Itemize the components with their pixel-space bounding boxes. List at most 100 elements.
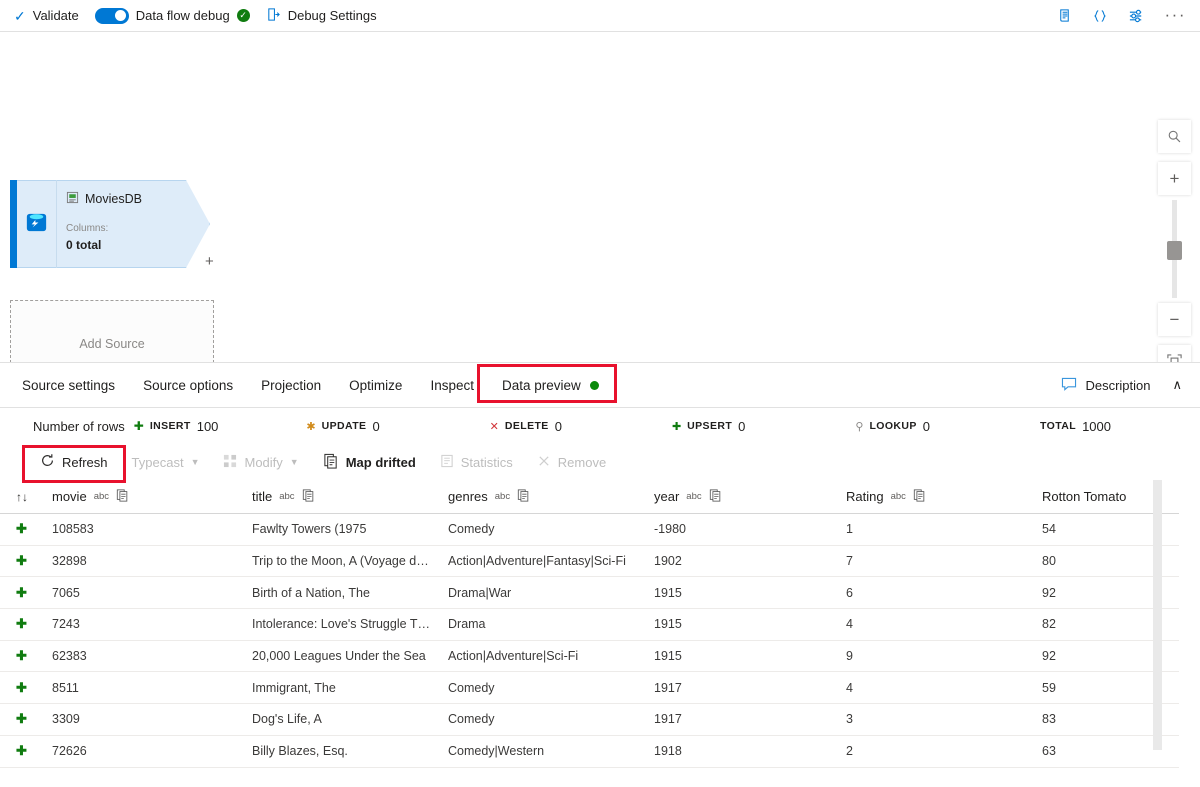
table-row[interactable]: ✚ 72626 Billy Blazes, Esq. Comedy|Wester… (0, 735, 1179, 768)
add-source-placeholder[interactable]: Add Source (10, 300, 214, 362)
map-drifted-label: Map drifted (345, 454, 416, 470)
source-database-icon (23, 209, 50, 239)
canvas-search-button[interactable] (1158, 120, 1191, 153)
column-header-movie[interactable]: movie abc (52, 480, 252, 514)
total-value: 1000 (1082, 418, 1111, 434)
table-row[interactable]: ✚ 32898 Trip to the Moon, A (Voyage d… A… (0, 545, 1179, 578)
canvas-zoom-controls[interactable]: + − (1158, 120, 1191, 362)
stat-total: TOTAL 1000 (1040, 419, 1111, 434)
modify-button: Modify ▼ (211, 449, 310, 475)
debug-settings-icon (266, 7, 281, 25)
lookup-label: LOOKUP (869, 420, 917, 432)
drifted-column-icon-movie[interactable] (116, 488, 129, 505)
add-next-step-button[interactable]: + (205, 254, 214, 269)
tab-projection[interactable]: Projection (261, 378, 321, 393)
status-ok-icon: ✓ (236, 9, 250, 22)
tab-source-settings[interactable]: Source settings (22, 378, 115, 393)
debug-settings-button[interactable]: Debug Settings (266, 7, 377, 25)
zoom-out-button[interactable]: − (1158, 303, 1191, 336)
table-row[interactable]: ✚ 7065 Birth of a Nation, The Drama|War … (0, 576, 1179, 610)
drifted-column-icon-year[interactable] (709, 488, 722, 505)
map-drifted-button[interactable]: Map drifted (311, 449, 428, 475)
cell-genres: Drama|War (448, 576, 654, 610)
remove-button: Remove (525, 449, 618, 475)
column-label-title: title (252, 489, 273, 504)
cell-genres: Comedy (448, 513, 654, 546)
cell-movie: 7243 (52, 608, 252, 641)
cell-year: 1918 (654, 735, 846, 768)
column-header-title[interactable]: title abc (252, 480, 448, 514)
column-header-genres[interactable]: genres abc (448, 480, 654, 514)
cell-title: Fawlty Towers (1975 (252, 513, 448, 546)
cell-rating: 4 (846, 671, 1042, 705)
column-type-year: abc (686, 491, 702, 502)
cell-rating: 6 (846, 576, 1042, 610)
cell-movie: 108583 (52, 513, 252, 546)
node-title: MoviesDB (85, 192, 142, 206)
zoom-in-button[interactable]: + (1158, 162, 1191, 195)
script-icon[interactable] (1057, 8, 1072, 24)
modify-icon (223, 454, 237, 471)
cell-title: Immigrant, The (252, 671, 448, 705)
validate-button[interactable]: ✓ Validate (14, 8, 79, 23)
refresh-button[interactable]: Refresh (28, 449, 120, 475)
tab-source-options[interactable]: Source options (143, 378, 233, 393)
table-row[interactable]: ✚ 62383 20,000 Leagues Under the Sea Act… (0, 640, 1179, 673)
map-drifted-icon (323, 453, 339, 472)
data-flow-debug-toggle-group[interactable]: Data flow debug ✓ (94, 7, 250, 24)
tab-data-preview[interactable]: Data preview (502, 378, 599, 393)
drifted-column-icon-title[interactable] (302, 488, 315, 505)
column-header-rating[interactable]: Rating abc (846, 480, 1042, 514)
zoom-slider-track[interactable] (1167, 200, 1182, 298)
table-row[interactable]: ✚ 8511 Immigrant, The Comedy 1917 4 59 (0, 671, 1179, 705)
drifted-column-icon-genres[interactable] (517, 488, 530, 505)
cell-rating: 7 (846, 545, 1042, 578)
tab-inspect[interactable]: Inspect (430, 378, 474, 393)
sort-icon[interactable]: ↑↓ (16, 490, 28, 504)
chevron-down-icon: ▼ (190, 457, 200, 467)
data-flow-debug-toggle[interactable] (94, 7, 129, 24)
node-title-row: MoviesDB (66, 191, 180, 207)
drifted-column-icon-rating[interactable] (913, 488, 926, 505)
refresh-icon (40, 453, 55, 471)
data-preview-status-dot-icon (589, 380, 599, 390)
typecast-label: Typecast (131, 454, 184, 470)
update-label: UPDATE (321, 420, 367, 432)
column-label-genres: genres (448, 489, 488, 504)
cell-genres: Action|Adventure|Sci-Fi (448, 640, 654, 673)
panel-tab-bar[interactable]: Source settings Source options Projectio… (0, 363, 1200, 408)
column-header-sort[interactable]: ↑↓ (0, 480, 52, 514)
cell-title: Dog's Life, A (252, 703, 448, 736)
code-braces-icon[interactable] (1092, 8, 1108, 24)
table-row[interactable]: ✚ 3309 Dog's Life, A Comedy 1917 3 83 (0, 703, 1179, 736)
row-insert-marker-icon: ✚ (16, 584, 27, 600)
data-flow-debug-label: Data flow debug (135, 8, 230, 23)
settings-sliders-icon[interactable] (1128, 8, 1145, 24)
source-node-moviesdb[interactable]: MoviesDB Columns: 0 total (10, 180, 210, 268)
chevron-down-icon-modify: ▼ (289, 457, 299, 467)
preview-action-bar[interactable]: Refresh Typecast ▼ Modify ▼ Map drifted … (0, 444, 1200, 480)
cell-movie: 32898 (52, 545, 252, 578)
statistics-label: Statistics (460, 454, 513, 470)
tab-optimize[interactable]: Optimize (349, 378, 402, 393)
comment-bubble-icon (1061, 377, 1077, 394)
zoom-slider-handle[interactable] (1167, 241, 1182, 260)
table-row[interactable]: ✚ 7243 Intolerance: Love's Struggle T… D… (0, 608, 1179, 641)
collapse-panel-chevron-up-icon[interactable]: ∧ (1172, 377, 1182, 393)
data-preview-table-wrapper[interactable]: ↑↓ movie abc title abc genres abc year a… (0, 480, 1200, 768)
cell-title: Trip to the Moon, A (Voyage d… (252, 545, 448, 578)
fit-to-screen-button[interactable] (1158, 345, 1191, 362)
table-vertical-scrollbar[interactable] (1153, 480, 1162, 750)
modify-label: Modify (244, 454, 283, 470)
update-icon: ✱ (306, 420, 316, 433)
row-statistics-bar: Number of rows ✚ INSERT 100 ✱ UPDATE 0 ✕… (0, 408, 1200, 444)
column-header-year[interactable]: year abc (654, 480, 846, 514)
upsert-icon: ✚ (671, 420, 682, 433)
description-button[interactable]: Description (1061, 377, 1150, 394)
upsert-label: UPSERT (687, 420, 733, 432)
more-options-icon[interactable]: ··· (1165, 6, 1186, 23)
data-flow-canvas[interactable]: MoviesDB Columns: 0 total + Add Source +… (0, 32, 1200, 363)
row-insert-marker-icon: ✚ (16, 521, 27, 537)
table-row[interactable]: ✚ 108583 Fawlty Towers (1975 Comedy -198… (0, 513, 1179, 546)
cell-genres: Comedy|Western (448, 735, 654, 768)
